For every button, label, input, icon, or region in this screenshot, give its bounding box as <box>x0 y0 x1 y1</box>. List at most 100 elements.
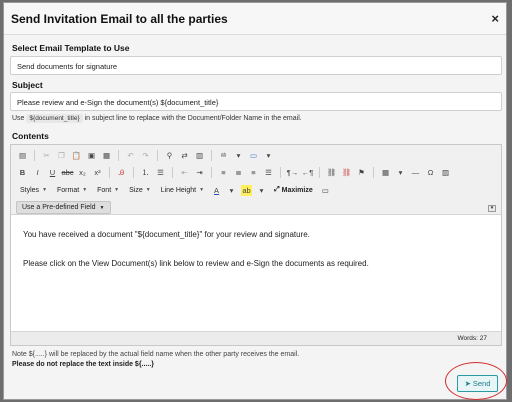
ltr-icon[interactable]: ¶→ <box>287 167 299 178</box>
copy-icon[interactable]: ❐ <box>56 150 67 161</box>
underline-icon[interactable]: U <box>47 167 58 178</box>
hint-code: ${document_title} <box>26 114 83 123</box>
hint-suffix: in subject line to replace with the Docu… <box>84 115 302 122</box>
paste-icon[interactable]: 📋 <box>71 150 82 161</box>
format-combo-label: Format <box>57 186 80 194</box>
maximize-button[interactable]: ⤢ Maximize <box>271 184 316 196</box>
size-combo-label: Size <box>129 186 143 194</box>
table-icon[interactable]: ▦ <box>380 167 391 178</box>
maximize-icon: ⤢ <box>274 186 282 193</box>
editor-status-bar: Words: 27 <box>11 331 501 345</box>
toolbar-row-2: B I U abc x₂ x² Ꭿ ⒈ ☰ ⇤ ⇥ ≡ ≣ ≡ ☰ ¶→ ←¶ … <box>17 167 451 178</box>
strike-icon[interactable]: abc <box>61 167 73 178</box>
align-left-icon[interactable]: ≡ <box>218 167 229 178</box>
word-count: Words: 27 <box>457 335 487 342</box>
send-button[interactable]: ➤ Send <box>457 375 498 392</box>
align-center-icon[interactable]: ≣ <box>233 167 244 178</box>
indent-icon[interactable]: ⇥ <box>194 167 205 178</box>
highlight-color-icon[interactable]: ab <box>241 184 253 196</box>
bulleted-list-icon[interactable]: ☰ <box>155 167 166 178</box>
italic-icon[interactable]: I <box>32 167 43 178</box>
maximize-label: Maximize <box>281 186 313 194</box>
toolbar-separator <box>133 167 134 178</box>
dialog-header: Send Invitation Email to all the parties… <box>4 3 506 35</box>
line-height-combo-label: Line Height <box>160 186 197 194</box>
bold-icon[interactable]: B <box>17 167 28 178</box>
replace-note: Note ${.....} will be replaced by the ac… <box>12 351 300 358</box>
subscript-icon[interactable]: x₂ <box>77 167 88 178</box>
chevron-down-icon: ▼ <box>99 204 105 211</box>
replace-icon[interactable]: ⇄ <box>179 150 190 161</box>
chevron-down-icon: ▼ <box>199 187 205 193</box>
align-justify-icon[interactable]: ☰ <box>263 167 274 178</box>
replace-warning: Please do not replace the text inside ${… <box>12 361 154 368</box>
dialog-title: Send Invitation Email to all the parties <box>11 11 228 26</box>
unlink-icon[interactable]: ⛓ <box>341 167 352 178</box>
styles-combo[interactable]: Styles ▼ <box>17 184 50 196</box>
template-label: Select Email Template to Use <box>12 43 130 53</box>
predefined-field-label: Use a Pre-defined Field <box>22 204 96 211</box>
toolbar-separator <box>319 167 320 178</box>
toolbar-separator <box>118 150 119 161</box>
font-combo[interactable]: Font ▼ <box>94 184 122 196</box>
table-dropdown-icon[interactable]: ▾ <box>395 167 406 178</box>
image-icon[interactable]: ▨ <box>440 167 451 178</box>
collapse-toolbar-icon[interactable]: ▾ <box>488 205 496 212</box>
predefined-field-button[interactable]: Use a Pre-defined Field ▼ <box>16 201 111 214</box>
editor-toolbar: ▤ ✂ ❐ 📋 ▣ ▦ ↶ ↷ ⚲ ⇄ ▥ ᵃᵇ ▾ ▭ ▾ B I U abc… <box>11 145 501 215</box>
remove-format-icon[interactable]: Ꭿ <box>116 167 127 178</box>
toolbar-separator <box>109 167 110 178</box>
chevron-down-icon: ▼ <box>42 187 48 193</box>
rich-text-editor: ▤ ✂ ❐ 📋 ▣ ▦ ↶ ↷ ⚲ ⇄ ▥ ᵃᵇ ▾ ▭ ▾ B I U abc… <box>10 144 502 346</box>
rtl-icon[interactable]: ←¶ <box>302 167 314 178</box>
text-color-icon[interactable]: A <box>211 185 222 196</box>
paste-text-icon[interactable]: ▣ <box>86 150 97 161</box>
align-right-icon[interactable]: ≡ <box>248 167 259 178</box>
subject-label: Subject <box>12 80 43 90</box>
toolbar-separator <box>211 150 212 161</box>
numbered-list-icon[interactable]: ⒈ <box>140 167 151 178</box>
editor-content[interactable]: You have received a document "${document… <box>11 216 501 331</box>
superscript-icon[interactable]: x² <box>92 167 103 178</box>
content-paragraph-1: You have received a document "${document… <box>23 230 310 239</box>
link-icon[interactable]: ⛓ <box>326 167 337 178</box>
contents-label: Contents <box>12 131 49 141</box>
highlight-dropdown-icon[interactable]: ▾ <box>256 185 267 196</box>
subject-input[interactable]: Please review and e-Sign the document(s)… <box>10 92 502 111</box>
spellcheck-dropdown-icon[interactable]: ▾ <box>233 150 244 161</box>
spellcheck-icon[interactable]: ᵃᵇ <box>218 150 229 161</box>
toolbar-separator <box>34 150 35 161</box>
horizontal-rule-icon[interactable]: ― <box>410 167 421 178</box>
subject-hint: Use ${document_title} in subject line to… <box>12 114 302 123</box>
undo-icon[interactable]: ↶ <box>125 150 136 161</box>
toolbar-separator <box>211 167 212 178</box>
line-height-combo[interactable]: Line Height ▼ <box>158 184 207 196</box>
select-all-icon[interactable]: ▥ <box>194 150 205 161</box>
toolbar-separator <box>157 150 158 161</box>
paste-word-icon[interactable]: ▦ <box>101 150 112 161</box>
form-icon[interactable]: ▭ <box>248 150 259 161</box>
form-dropdown-icon[interactable]: ▾ <box>263 150 274 161</box>
source-icon[interactable]: ▤ <box>17 150 28 161</box>
chevron-down-icon: ▼ <box>114 187 120 193</box>
show-blocks-icon[interactable]: ▭ <box>320 185 331 196</box>
find-icon[interactable]: ⚲ <box>164 150 175 161</box>
toolbar-row-1: ▤ ✂ ❐ 📋 ▣ ▦ ↶ ↷ ⚲ ⇄ ▥ ᵃᵇ ▾ ▭ ▾ <box>17 150 274 161</box>
special-char-icon[interactable]: Ω <box>425 167 436 178</box>
toolbar-row-3: Styles ▼ Format ▼ Font ▼ Size ▼ Line Height ▼… <box>17 184 331 196</box>
send-invitation-dialog: Send Invitation Email to all the parties… <box>3 2 507 400</box>
text-color-dropdown-icon[interactable]: ▾ <box>226 185 237 196</box>
send-button-label: Send <box>472 379 491 388</box>
close-icon[interactable]: × <box>491 11 499 26</box>
hint-prefix: Use <box>12 115 25 122</box>
paper-plane-icon: ➤ <box>464 379 471 388</box>
anchor-icon[interactable]: ⚑ <box>356 167 367 178</box>
format-combo[interactable]: Format ▼ <box>54 184 90 196</box>
size-combo[interactable]: Size ▼ <box>126 184 154 196</box>
template-select[interactable]: Send documents for signature <box>10 56 502 75</box>
styles-combo-label: Styles <box>20 186 40 194</box>
cut-icon[interactable]: ✂ <box>41 150 52 161</box>
outdent-icon[interactable]: ⇤ <box>179 167 190 178</box>
toolbar-separator <box>373 167 374 178</box>
redo-icon[interactable]: ↷ <box>140 150 151 161</box>
